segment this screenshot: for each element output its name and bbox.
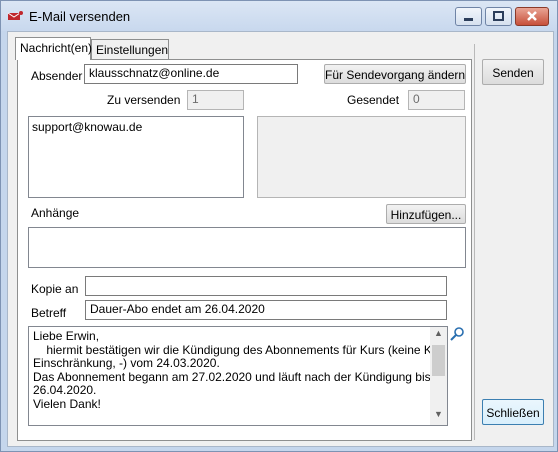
body-line: 26.04.2020. [33,383,97,397]
maximize-button[interactable] [485,7,512,26]
tab-einstellungen[interactable]: Einstellungen [91,39,169,59]
zu-versenden-field: 1 [187,90,244,110]
schliessen-button[interactable]: Schließen [482,399,544,425]
sent-list [257,116,466,198]
absender-label: Absender [31,69,83,83]
body-line: Einschränkung, -) vom 24.03.2020. [33,356,220,370]
maximize-icon [493,11,504,21]
scroll-down-icon[interactable]: ▼ [430,408,447,425]
gesendet-label: Gesendet [347,93,400,107]
betreff-field[interactable]: Dauer-Abo endet am 26.04.2020 [85,300,447,320]
betreff-label: Betreff [31,306,67,320]
tab-label: Nachricht(en) [20,41,93,55]
side-panel: Senden Schließen [474,44,550,440]
messages-panel: Absender klausschnatz@online.de Für Send… [17,59,472,441]
body-line: hiermit bestätigen wir die Kündigung des… [33,342,448,357]
attachments-list[interactable] [28,227,466,268]
body-scrollbar[interactable]: ▲ ▼ [430,327,447,425]
anhaenge-label: Anhänge [31,206,80,220]
change-sender-button[interactable]: Für Sendevorgang ändern [324,64,466,84]
kopie-label: Kopie an [31,282,79,296]
dialog-client: Nachricht(en) Einstellungen Absender kla… [7,31,554,447]
senden-button[interactable]: Senden [482,59,544,85]
list-item[interactable]: support@knowau.de [32,120,240,134]
body-line: Vielen Dank! [33,396,101,411]
email-send-window: E-Mail versenden Nachricht(en) Einstellu… [0,0,558,452]
close-window-button[interactable] [515,7,549,26]
close-icon [527,11,537,21]
minimize-button[interactable] [455,7,482,26]
magnifier-icon[interactable] [449,326,465,342]
gesendet-field: 0 [408,90,465,110]
tab-label: Einstellungen [96,43,169,57]
body-line: Das Abonnement begann am 27.02.2020 und … [33,369,448,384]
kopie-field[interactable] [85,276,447,296]
minimize-icon [464,18,473,21]
title-bar[interactable]: E-Mail versenden [1,1,557,31]
app-icon [7,11,23,20]
scroll-thumb[interactable] [432,345,445,376]
hinzufuegen-button[interactable]: Hinzufügen... [386,204,466,224]
scroll-up-icon[interactable]: ▲ [430,327,447,344]
window-title: E-Mail versenden [29,9,131,24]
zu-versenden-label: Zu versenden [107,93,181,107]
body-line: Liebe Erwin, [33,329,100,343]
message-body[interactable]: Liebe Erwin, hiermit bestätigen wir die … [28,326,448,426]
tab-nachrichten[interactable]: Nachricht(en) [15,37,93,60]
absender-field[interactable]: klausschnatz@online.de [84,64,298,84]
recipients-list[interactable]: support@knowau.de [28,116,244,198]
